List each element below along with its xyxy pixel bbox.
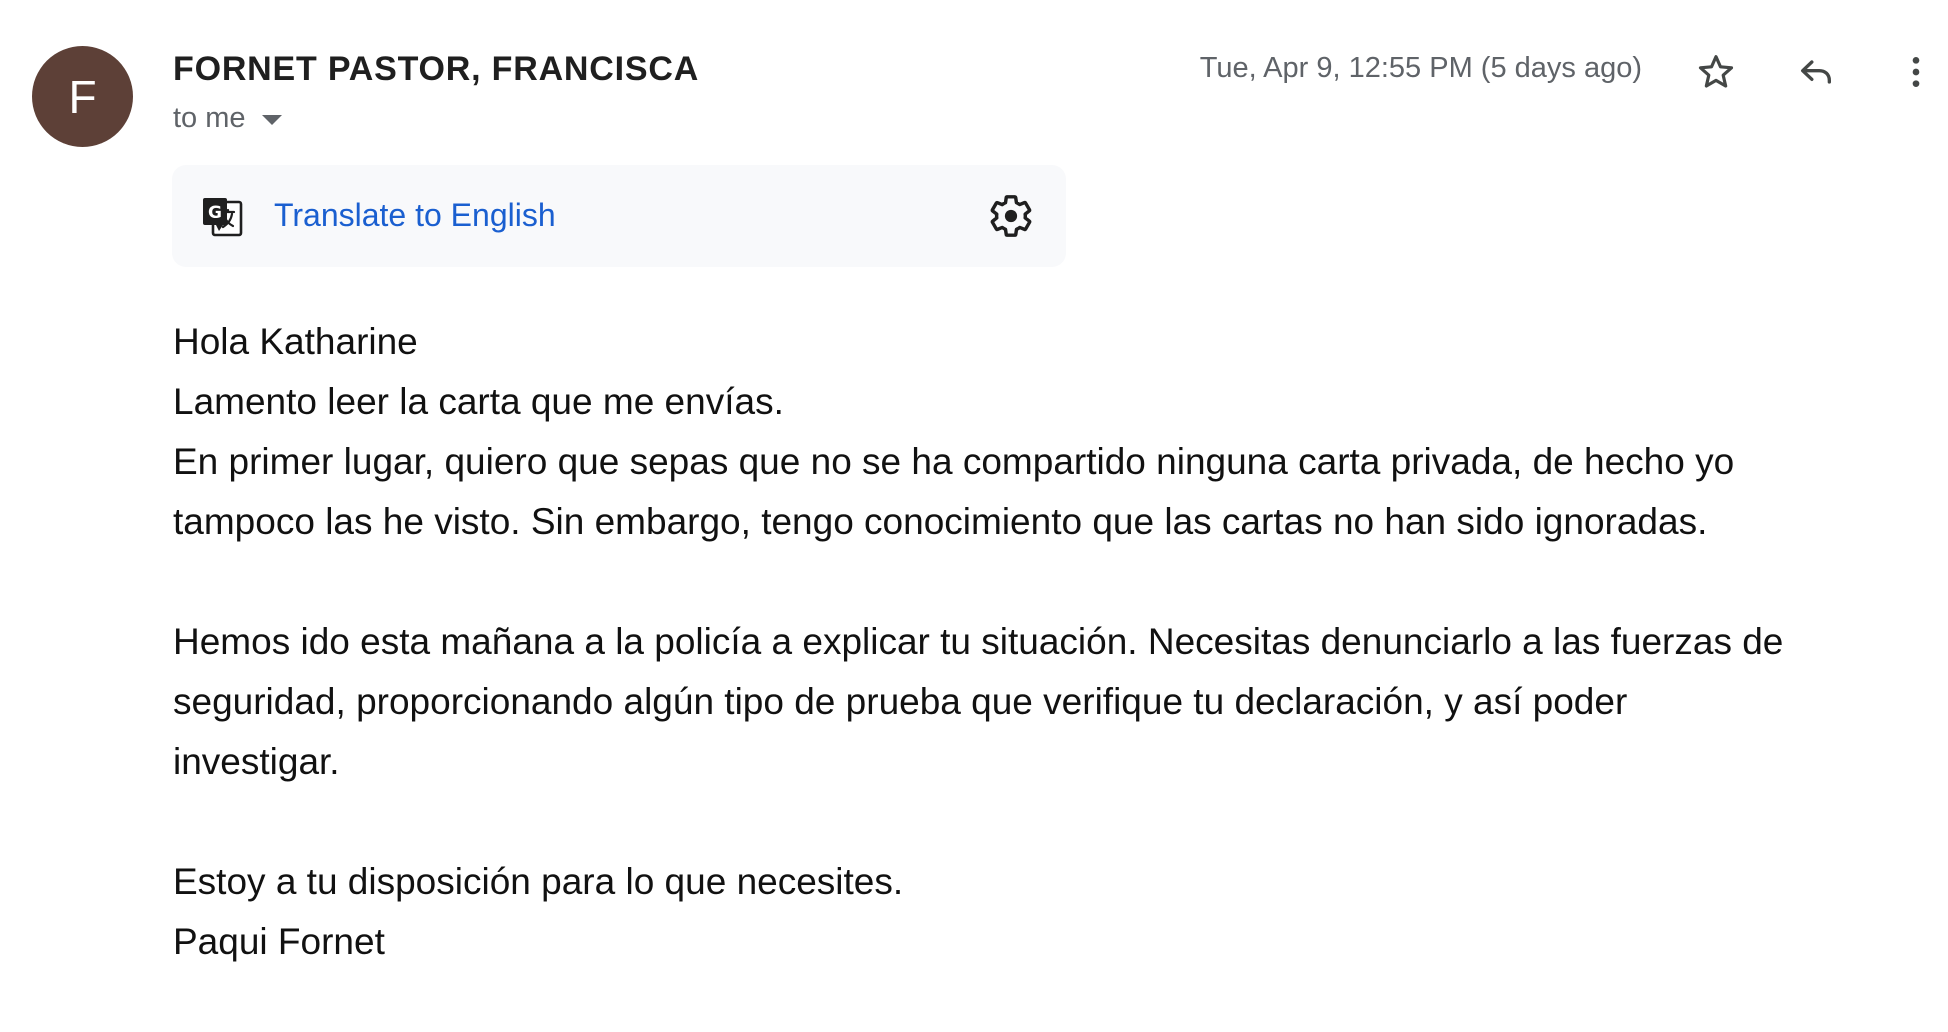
message-body: Hola Katharine Lamento leer la carta que… [173,312,1943,972]
body-line: Hemos ido esta mañana a la policía a exp… [173,621,1784,662]
recipient-details-toggle[interactable]: to me [173,102,282,135]
message-timestamp: Tue, Apr 9, 12:55 PM (5 days ago) [1199,52,1642,84]
gear-icon[interactable] [988,193,1034,239]
reply-button[interactable] [1788,44,1844,100]
reply-icon [1801,60,1831,84]
body-line: investigar. [173,741,340,782]
translate-to-english-link[interactable]: Translate to English [274,197,556,234]
body-line: Lamento leer la carta que me envías. [173,381,784,422]
translate-icon: G [203,198,243,237]
body-line: Estoy a tu disposición para lo que neces… [173,861,904,902]
recipient-label: to me [173,102,246,134]
translate-bar: G Translate to English [172,165,1066,267]
sender-name[interactable]: FORNET PASTOR, FRANCISCA [173,50,699,89]
more-options-button[interactable] [1888,44,1944,100]
more-vert-icon [1912,57,1920,87]
body-line: tampoco las he visto. Sin embargo, tengo… [173,501,1708,542]
avatar-letter: F [68,70,97,123]
chevron-down-icon [261,115,282,125]
body-line: seguridad, proporcionando algún tipo de … [173,681,1628,722]
body-line: En primer lugar, quiero que sepas que no… [173,441,1735,482]
signature-line: Paqui Fornet [173,921,385,962]
svg-text:G: G [208,203,222,223]
star-icon [1698,55,1734,88]
sender-avatar[interactable]: F [32,46,133,147]
body-line: Hola Katharine [173,321,418,362]
star-button[interactable] [1688,44,1744,100]
